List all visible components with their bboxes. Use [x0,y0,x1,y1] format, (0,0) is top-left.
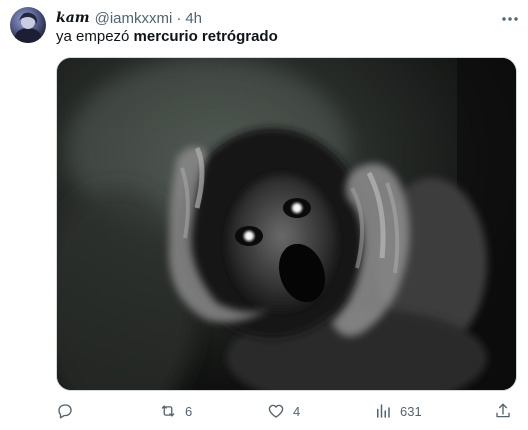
share-upload-icon [494,402,512,420]
reply-icon [56,402,74,420]
separator-dot: · [176,9,182,27]
views-chart-icon [374,402,392,420]
author-display-name[interactable]: kam [56,10,90,26]
more-horizontal-icon [501,9,519,27]
reply-button[interactable] [56,400,82,422]
retweet-button[interactable]: 6 [159,400,192,422]
author-handle[interactable]: @iamkxxmi [95,10,173,27]
tweet-text-plain: ya empezó [56,28,134,45]
share-button[interactable] [494,400,512,422]
tweet-text: ya empezó mercurio retrógrado [56,27,278,47]
avatar[interactable] [10,7,46,43]
views-button[interactable]: 631 [374,400,422,422]
tweet-media-image[interactable] [56,57,517,391]
retweet-icon [159,402,177,420]
tweet-header: kam @iamkxxmi · 4h [56,8,202,28]
retweet-count: 6 [185,403,193,419]
like-count: 4 [293,403,301,419]
tweet[interactable]: kam @iamkxxmi · 4h ya empezó mercurio re… [0,0,528,430]
like-button[interactable]: 4 [267,400,300,422]
views-count: 631 [400,403,422,419]
heart-icon [267,402,285,420]
tweet-timestamp[interactable]: 4h [185,10,202,27]
tweet-actions: 6 4 631 [56,400,518,422]
more-options-button[interactable] [500,9,520,27]
tweet-text-bold: mercurio retrógrado [133,28,278,45]
